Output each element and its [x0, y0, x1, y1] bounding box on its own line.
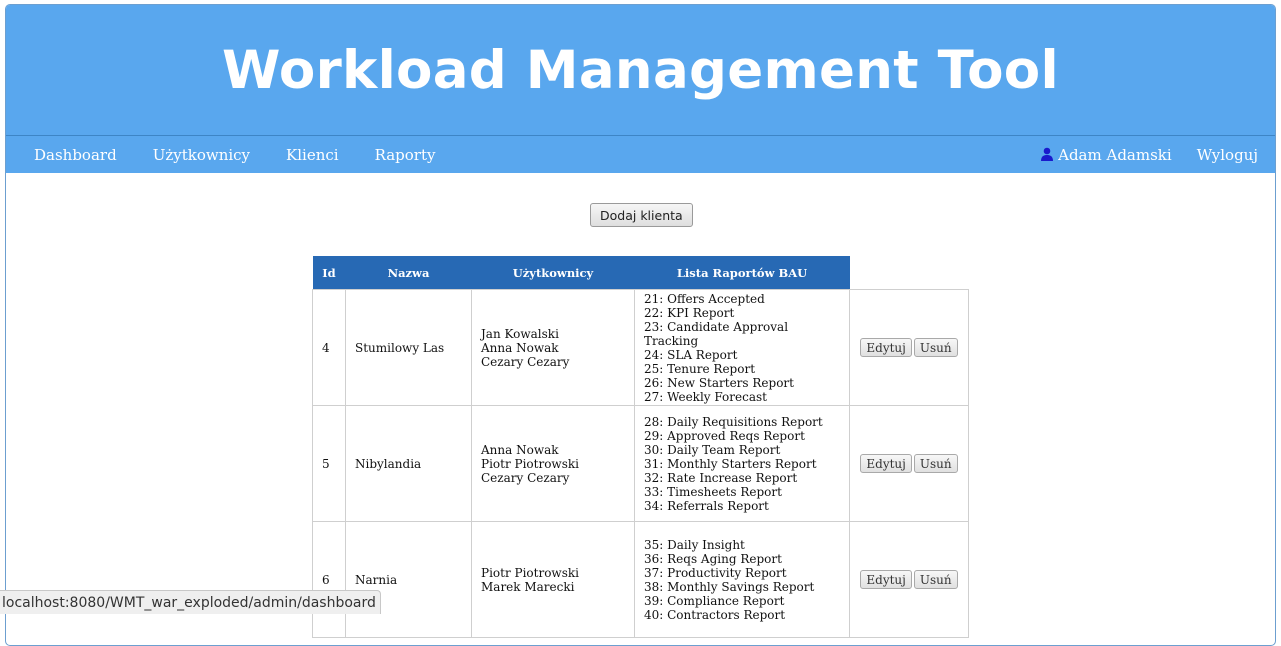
app-header: Workload Management Tool: [6, 5, 1275, 135]
app-frame: Workload Management Tool Dashboard Użytk…: [5, 4, 1276, 646]
user-icon: [1041, 147, 1054, 161]
table-header-row: Id Nazwa Użytkownicy Lista Raportów BAU: [312, 256, 969, 290]
nav-users[interactable]: Użytkownicy: [153, 146, 250, 164]
report-entry: 21: Offers Accepted: [644, 291, 765, 306]
header-reports: Lista Raportów BAU: [634, 256, 850, 290]
report-entry: 31: Monthly Starters Report: [644, 456, 817, 471]
cell-reports: 21: Offers Accepted 22: KPI Report 23: Can…: [634, 289, 850, 406]
nav-clients[interactable]: Klienci: [286, 146, 339, 164]
table-row: 6 Narnia Piotr Piotrowski Marek Marecki 35: …: [312, 521, 969, 638]
report-entry: 27: Weekly Forecast: [644, 389, 767, 404]
report-entry: 29: Approved Reqs Report: [644, 428, 805, 443]
report-entry: 37: Productivity Report: [644, 565, 787, 580]
cell-users: Piotr Piotrowski Marek Marecki: [471, 521, 635, 638]
cell-actions: Edytuj Usuń: [849, 405, 969, 522]
header-id: Id: [312, 256, 346, 290]
header-users: Użytkownicy: [471, 256, 635, 290]
report-entry: 28: Daily Requisitions Report: [644, 414, 823, 429]
user-entry: Anna Nowak: [481, 442, 559, 457]
report-entry: 25: Tenure Report: [644, 361, 756, 376]
delete-button[interactable]: Usuń: [913, 570, 958, 589]
header-actions: [850, 256, 969, 290]
nav-bar: Dashboard Użytkownicy Klienci Raporty Ad…: [6, 135, 1275, 173]
user-name: Adam Adamski: [1058, 145, 1172, 164]
cell-name: Nibylandia: [345, 405, 472, 522]
cell-id: 6: [312, 521, 346, 638]
report-entry: 32: Rate Increase Report: [644, 470, 798, 485]
cell-id: 4: [312, 289, 346, 406]
cell-actions: Edytuj Usuń: [849, 289, 969, 406]
status-bar-url: localhost:8080/WMT_war_exploded/admin/da…: [0, 590, 381, 614]
user-entry: Piotr Piotrowski: [481, 565, 579, 580]
edit-button[interactable]: Edytuj: [860, 454, 912, 473]
report-entry: 40: Contractors Report: [644, 607, 786, 622]
report-entry: 30: Daily Team Report: [644, 442, 781, 457]
user-profile-link[interactable]: Adam Adamski: [1040, 146, 1172, 164]
delete-button[interactable]: Usuń: [913, 338, 958, 357]
report-entry: 23: Candidate Approval Tracking: [644, 319, 789, 348]
user-entry: Marek Marecki: [481, 579, 575, 594]
cell-id: 5: [312, 405, 346, 522]
user-entry: Cezary Cezary: [481, 470, 570, 485]
user-entry: Cezary Cezary: [481, 354, 570, 369]
report-entry: 33: Timesheets Report: [644, 484, 782, 499]
delete-button[interactable]: Usuń: [913, 454, 958, 473]
table-row: 5 Nibylandia Anna Nowak Piotr Piotrowski Cez…: [312, 405, 969, 522]
logout-link[interactable]: Wyloguj: [1197, 146, 1258, 164]
report-entry: 26: New Starters Report: [644, 375, 794, 390]
report-entry: 36: Reqs Aging Report: [644, 551, 782, 566]
edit-button[interactable]: Edytuj: [860, 570, 912, 589]
nav-dashboard[interactable]: Dashboard: [34, 146, 117, 164]
clients-table: Id Nazwa Użytkownicy Lista Raportów BAU …: [312, 256, 969, 638]
edit-button[interactable]: Edytuj: [860, 338, 912, 357]
report-entry: 39: Compliance Report: [644, 593, 785, 608]
report-entry: 35: Daily Insight: [644, 537, 745, 552]
add-client-button[interactable]: Dodaj klienta: [590, 203, 693, 227]
report-entry: 38: Monthly Savings Report: [644, 579, 815, 594]
cell-users: Jan Kowalski Anna Nowak Cezary Cezary: [471, 289, 635, 406]
user-entry: Jan Kowalski: [481, 326, 559, 341]
cell-name: Stumilowy Las: [345, 289, 472, 406]
user-entry: Piotr Piotrowski: [481, 456, 579, 471]
user-entry: Anna Nowak: [481, 340, 559, 355]
app-title: Workload Management Tool: [222, 39, 1059, 101]
report-entry: 34: Referrals Report: [644, 498, 769, 513]
cell-reports: 28: Daily Requisitions Report 29: Approve…: [634, 405, 850, 522]
nav-reports[interactable]: Raporty: [375, 146, 436, 164]
header-name: Nazwa: [345, 256, 472, 290]
report-entry: 24: SLA Report: [644, 347, 738, 362]
table-row: 4 Stumilowy Las Jan Kowalski Anna Nowak Ceza…: [312, 289, 969, 406]
report-entry: 22: KPI Report: [644, 305, 735, 320]
cell-actions: Edytuj Usuń: [849, 521, 969, 638]
cell-users: Anna Nowak Piotr Piotrowski Cezary Cezary: [471, 405, 635, 522]
cell-name: Narnia: [345, 521, 472, 638]
cell-reports: 35: Daily Insight 36: Reqs Aging Report 37…: [634, 521, 850, 638]
